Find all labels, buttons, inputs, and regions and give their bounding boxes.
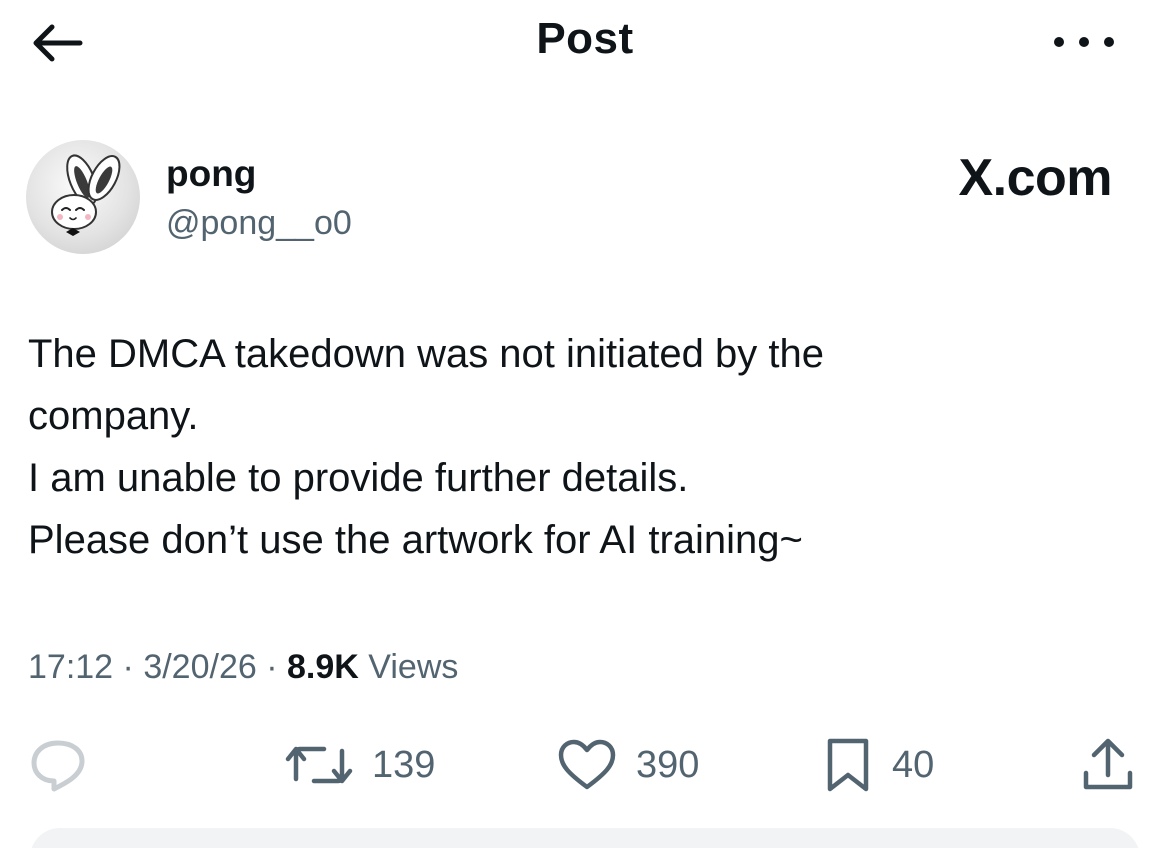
repost-icon [285,746,353,784]
share-icon [1083,738,1133,790]
repost-count: 139 [372,743,436,786]
like-button[interactable]: 390 [556,730,699,800]
reply-button[interactable] [28,730,88,800]
avatar[interactable] [26,140,140,254]
bookmark-count: 40 [892,743,935,786]
heart-icon [558,739,616,790]
views-count[interactable]: 8.9K [287,648,359,686]
post-text-line: Please don’t use the artwork for AI trai… [28,518,803,562]
action-bar: 139 390 40 [0,730,1170,800]
author-display-name[interactable]: pong [166,153,256,195]
post-date[interactable]: 3/20/26 [143,648,256,686]
more-icon-dot [1079,37,1089,47]
reply-icon [31,740,85,792]
author-handle[interactable]: @pong__o0 [166,204,352,243]
post-page: Post pong @pong__o0 X.com The DMCA taked… [0,0,1170,848]
page-title: Post [536,14,634,63]
bunny-avatar-icon [51,154,121,236]
bookmark-button[interactable]: 40 [822,730,934,800]
post-text-line: company. [28,394,199,438]
more-icon-dot [1054,37,1064,47]
like-count: 390 [636,743,700,786]
more-options-button[interactable] [1054,30,1114,54]
top-bar: Post [0,0,1170,90]
post-text-line: The DMCA takedown was not initiated by t… [28,332,824,376]
post-text-line: I am unable to provide further details. [28,456,689,500]
post-text: The DMCA takedown was not initiated by t… [28,323,1128,571]
source-label: X.com [958,149,1112,207]
more-icon-dot [1104,37,1114,47]
meta-separator: · [266,648,278,686]
share-button[interactable] [1080,730,1136,800]
bookmark-icon [827,738,869,792]
meta-separator: · [122,648,134,686]
views-label[interactable]: Views [368,648,458,686]
repost-button[interactable]: 139 [284,730,435,800]
post-metadata: 17:12 · 3/20/26 · 8.9K Views [28,648,458,687]
post-time[interactable]: 17:12 [28,648,113,686]
reply-composer-bar[interactable] [30,828,1140,848]
